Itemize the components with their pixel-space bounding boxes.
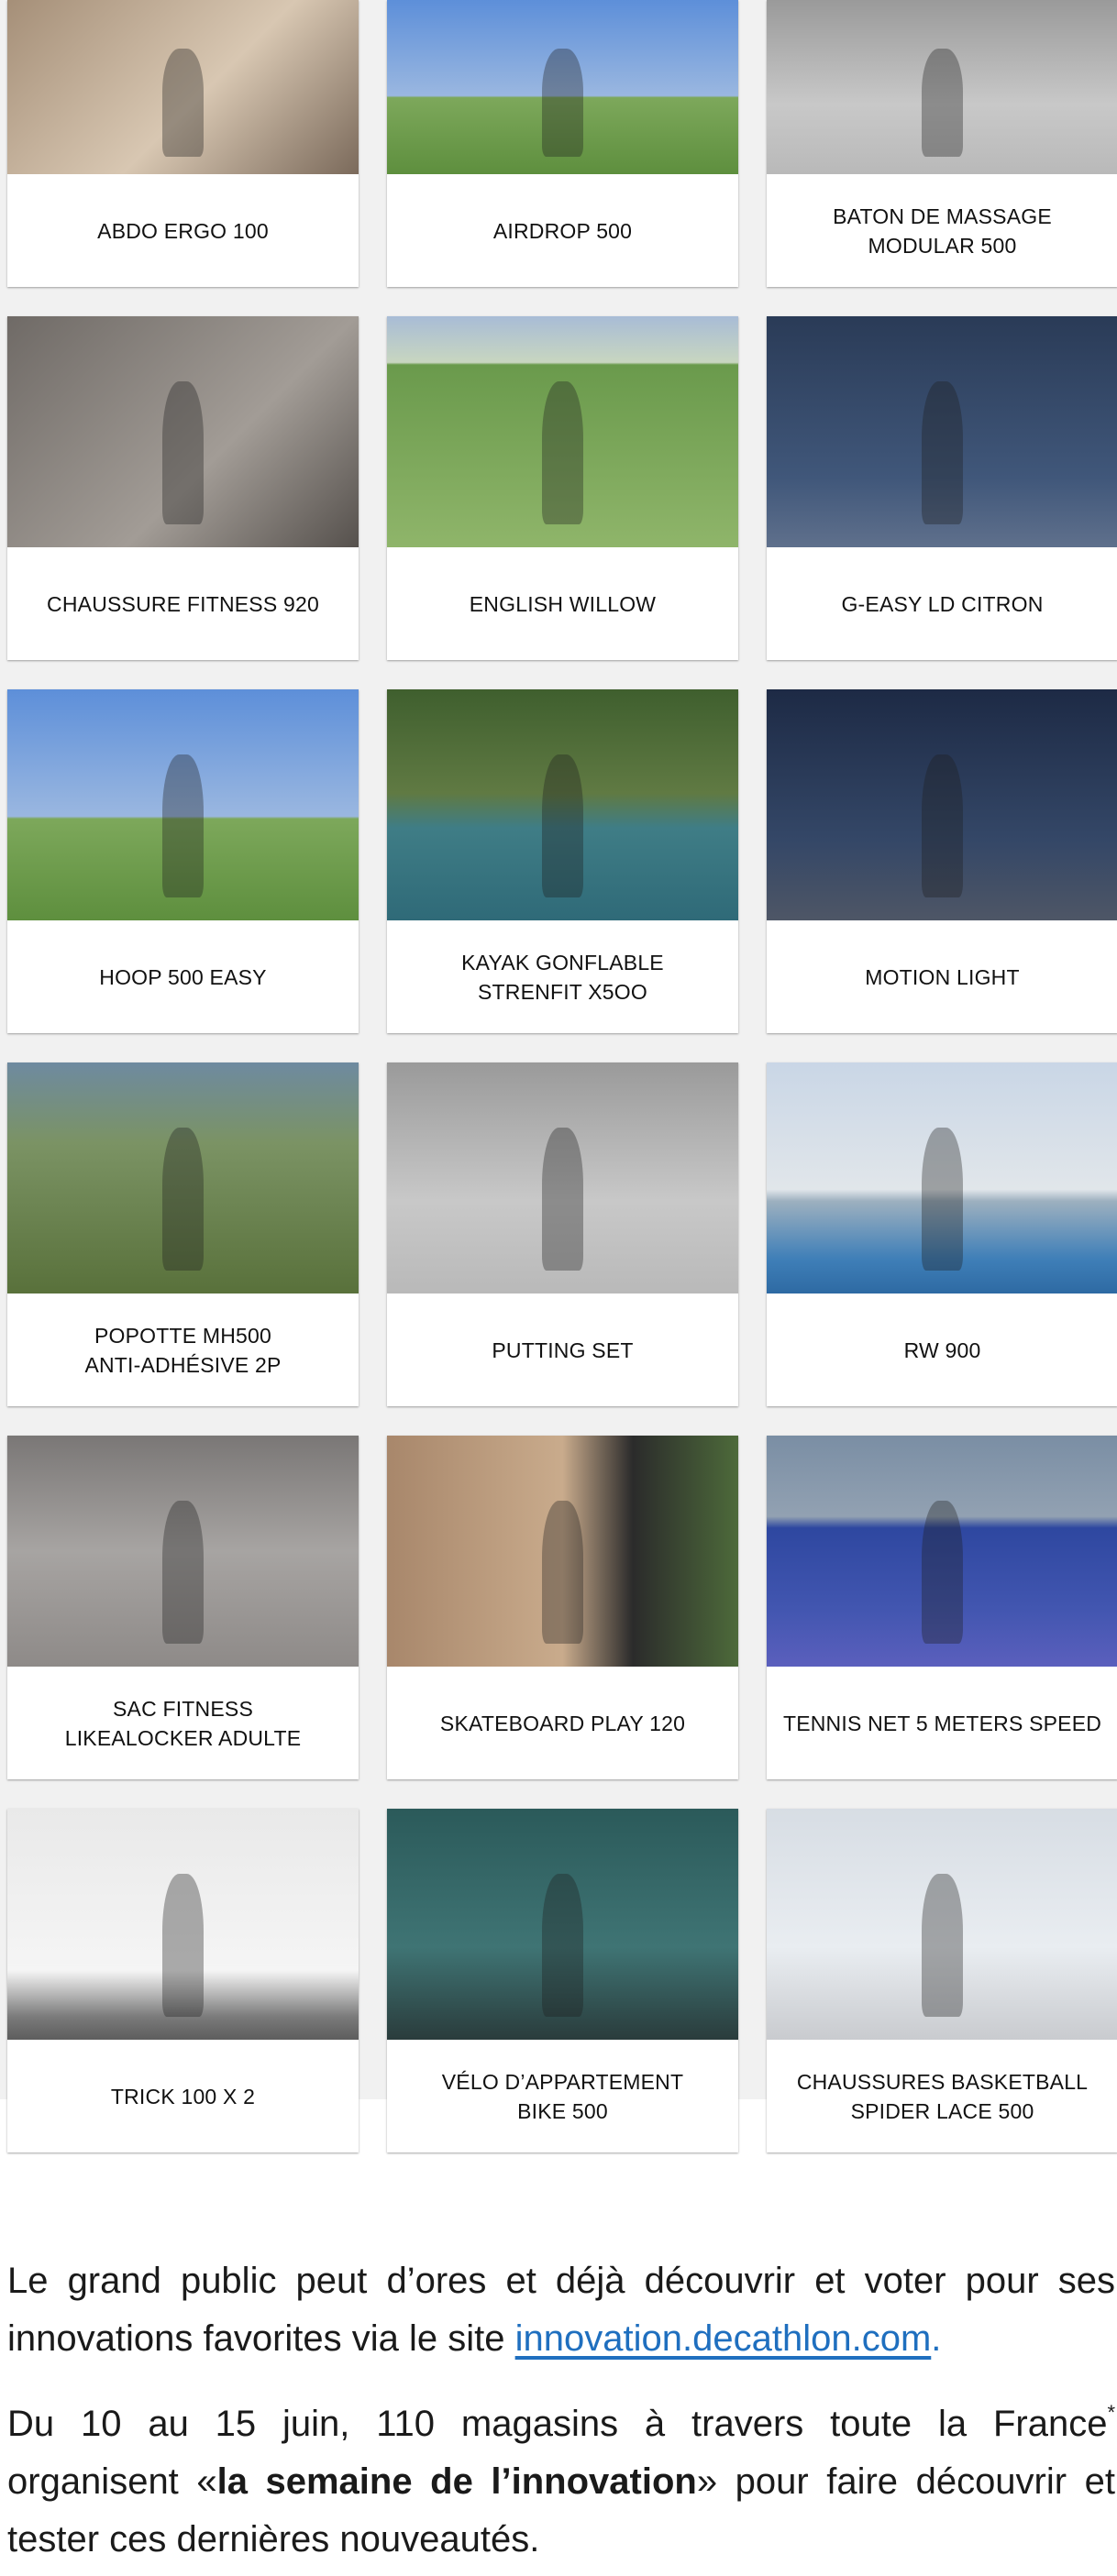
product-card[interactable]: CHAUSSURES BASKETBALL SPIDER LACE 500 — [767, 1809, 1117, 2152]
photo-subject — [161, 1500, 205, 1644]
product-photo — [767, 316, 1117, 547]
photo-subject — [921, 1873, 964, 2017]
product-photo — [7, 1436, 359, 1667]
intro-link-period: . — [931, 2318, 942, 2359]
product-card[interactable]: AIRDROP 500 — [387, 0, 738, 287]
product-card[interactable]: RW 900 — [767, 1062, 1117, 1406]
product-name: PUTTING SET — [492, 1338, 634, 1362]
product-name: TRICK 100 X 2 — [110, 2084, 256, 2108]
product-name: TENNIS NET 5 METERS SPEED — [782, 1711, 1102, 1735]
product-name: HOOP 500 EASY — [99, 964, 267, 989]
product-photo — [767, 689, 1117, 920]
product-card[interactable]: CHAUSSURE FITNESS 920 — [7, 316, 359, 660]
photo-subject — [541, 1500, 584, 1644]
product-card[interactable]: ENGLISH WILLOW — [387, 316, 738, 660]
product-photo — [387, 1436, 738, 1667]
product-name: AIRDROP 500 — [492, 218, 633, 243]
product-photo — [7, 689, 359, 920]
product-name: CHAUSSURES BASKETBALL SPIDER LACE 500 — [796, 2069, 1089, 2123]
product-name: SKATEBOARD PLAY 120 — [439, 1711, 686, 1735]
product-photo — [7, 316, 359, 547]
photo-subject — [541, 49, 584, 157]
product-photo — [387, 1809, 738, 2040]
product-card[interactable]: SKATEBOARD PLAY 120 — [387, 1436, 738, 1779]
product-photo — [7, 1062, 359, 1294]
product-card[interactable]: POPOTTE MH500 ANTI-ADHÉSIVE 2P — [7, 1062, 359, 1406]
product-card[interactable]: VÉLO D’APPARTEMENT BIKE 500 — [387, 1809, 738, 2152]
photo-subject — [921, 754, 964, 897]
product-photo — [387, 0, 738, 174]
product-photo — [767, 1436, 1117, 1667]
product-name: KAYAK GONFLABLE STRENFIT X5OO — [461, 950, 664, 1004]
product-card[interactable]: KAYAK GONFLABLE STRENFIT X5OO — [387, 689, 738, 1033]
product-photo — [387, 1062, 738, 1294]
product-card[interactable]: BATON DE MASSAGE MODULAR 500 — [767, 0, 1117, 287]
innovation-site-link[interactable]: innovation.decathlon.com — [515, 2318, 932, 2359]
product-photo — [767, 0, 1117, 174]
product-photo — [7, 0, 359, 174]
photo-subject — [161, 380, 205, 524]
product-card[interactable]: HOOP 500 EASY — [7, 689, 359, 1033]
product-card[interactable]: PUTTING SET — [387, 1062, 738, 1406]
product-card[interactable]: TENNIS NET 5 METERS SPEED — [767, 1436, 1117, 1779]
photo-subject — [921, 1127, 964, 1271]
product-name: SAC FITNESS LIKEALOCKER ADULTE — [64, 1696, 302, 1750]
photo-subject — [541, 1127, 584, 1271]
photo-subject — [541, 380, 584, 524]
product-photo — [767, 1062, 1117, 1294]
product-card[interactable]: TRICK 100 X 2 — [7, 1809, 359, 2152]
product-name: POPOTTE MH500 ANTI-ADHÉSIVE 2P — [84, 1323, 282, 1377]
photo-subject — [161, 1873, 205, 2017]
product-photo — [7, 1809, 359, 2040]
footnote-mark: * — [1107, 2400, 1115, 2424]
photo-subject — [161, 1127, 205, 1271]
product-photo — [387, 316, 738, 547]
event-text-start: Du 10 au 15 juin, 110 magasins à travers… — [7, 2404, 1108, 2444]
product-card[interactable]: ABDO ERGO 100 — [7, 0, 359, 287]
photo-subject — [921, 380, 964, 524]
photo-subject — [921, 1500, 964, 1644]
event-paragraph: Du 10 au 15 juin, 110 magasins à travers… — [7, 2395, 1115, 2569]
product-card[interactable]: SAC FITNESS LIKEALOCKER ADULTE — [7, 1436, 359, 1779]
product-grid: ABDO ERGO 100 AIRDROP 500 BATON DE MASSAGE… — [7, 0, 1117, 2152]
photo-subject — [541, 754, 584, 897]
product-name: MOTION LIGHT — [865, 964, 1020, 989]
product-photo — [387, 689, 738, 920]
product-photo — [767, 1809, 1117, 2040]
event-name: la semaine de l’innovation — [216, 2461, 697, 2502]
product-name: G-EASY LD CITRON — [841, 591, 1044, 616]
photo-subject — [541, 1873, 584, 2017]
intro-paragraph: Le grand public peut d’ores et déjà déco… — [7, 2252, 1115, 2368]
product-card[interactable]: MOTION LIGHT — [767, 689, 1117, 1033]
product-name: CHAUSSURE FITNESS 920 — [47, 591, 319, 616]
product-name: ABDO ERGO 100 — [97, 218, 269, 243]
photo-subject — [161, 754, 205, 897]
product-name: RW 900 — [903, 1338, 981, 1362]
product-name: BATON DE MASSAGE MODULAR 500 — [833, 204, 1052, 258]
product-card[interactable]: G-EASY LD CITRON — [767, 316, 1117, 660]
photo-subject — [921, 49, 964, 157]
product-name: VÉLO D’APPARTEMENT BIKE 500 — [441, 2069, 684, 2123]
photo-subject — [161, 49, 205, 157]
product-name: ENGLISH WILLOW — [469, 591, 657, 616]
event-text-mid: organisent « — [7, 2461, 217, 2502]
